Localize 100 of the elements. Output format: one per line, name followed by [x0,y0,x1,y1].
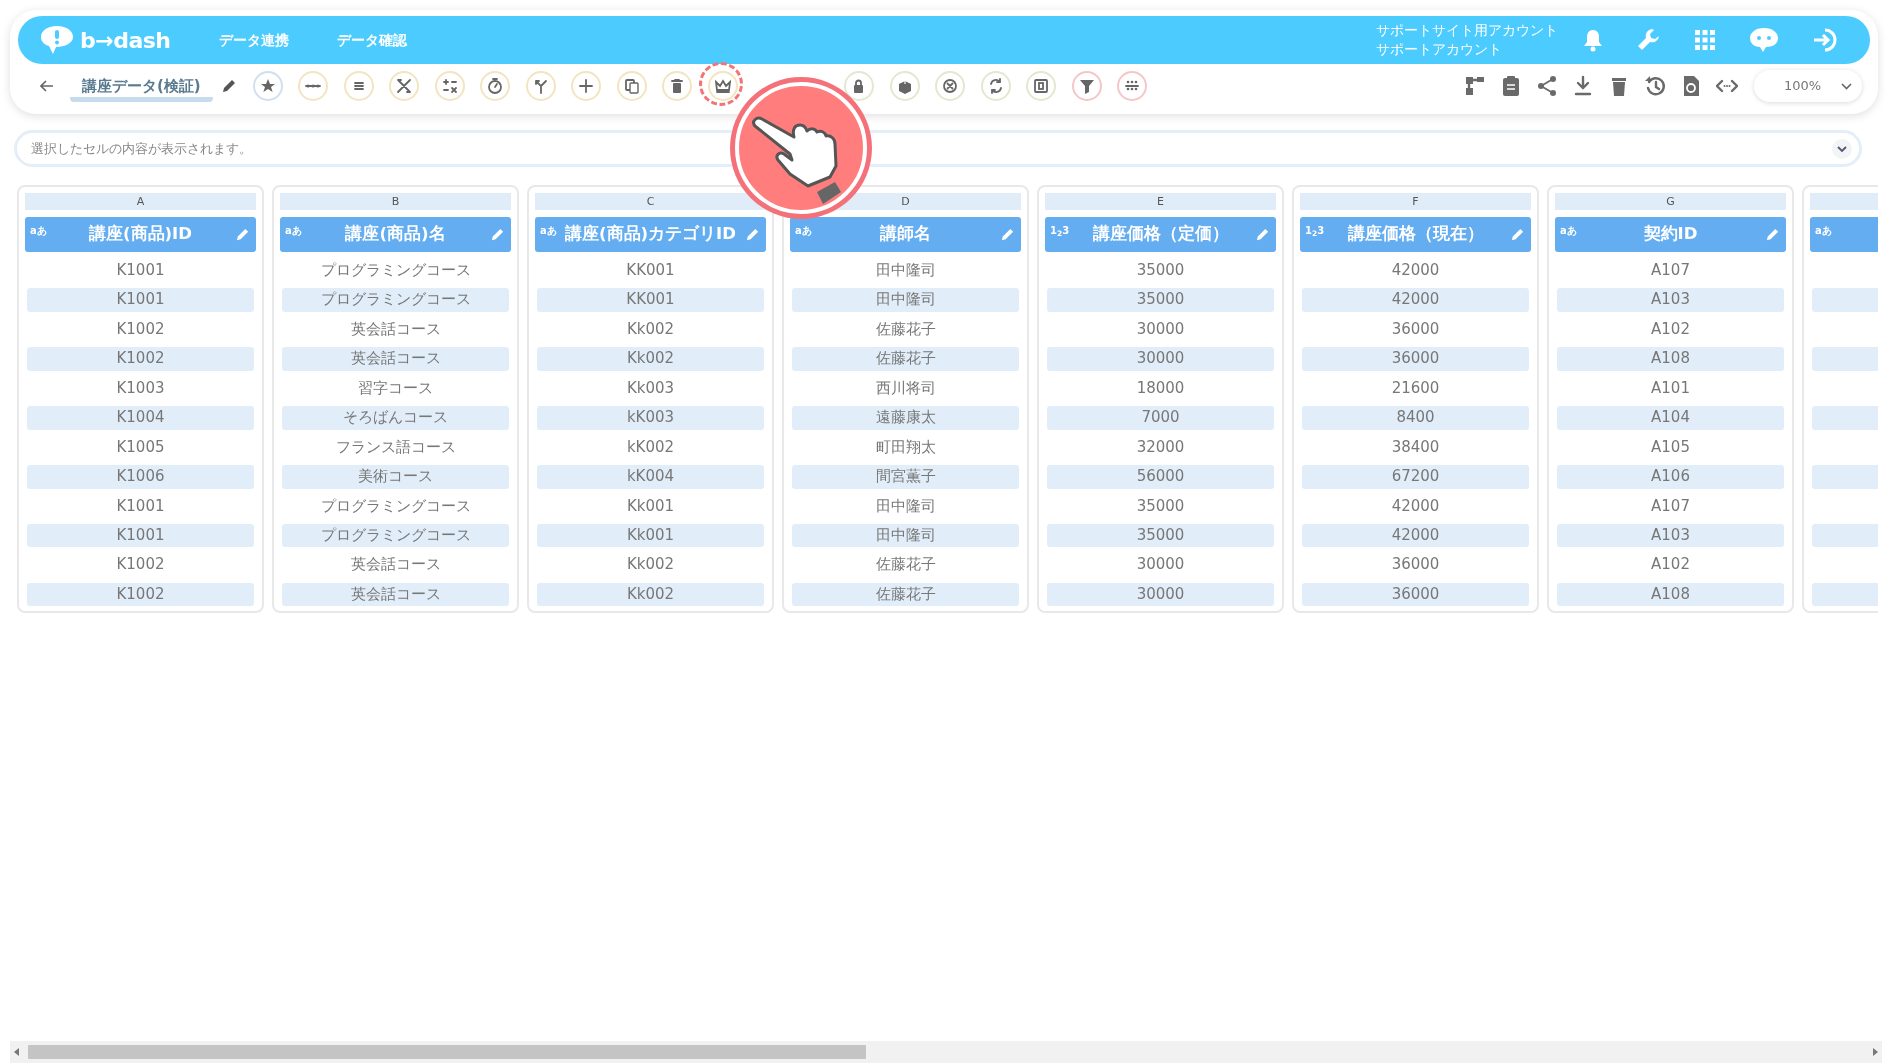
table-cell[interactable]: 42000 [1302,259,1529,283]
table-cell[interactable]: K1002 [27,582,254,607]
box-button[interactable] [889,71,920,101]
table-cell[interactable]: K1002 [27,317,254,342]
table-cell[interactable]: Kk001 [537,523,764,548]
table-cell[interactable]: A107 [1557,494,1784,518]
zoom-select[interactable]: 100% [1754,70,1862,102]
table-cell[interactable]: 32000 [1047,435,1274,460]
table-cell[interactable]: Kk002 [537,317,764,342]
table-cell[interactable]: 36000 [1302,317,1529,342]
table-cell[interactable]: 美術コース [282,465,509,489]
table-cell[interactable]: 30000 [1047,347,1274,371]
cell-content-field[interactable]: 選択したセルの内容が表示されます。 [14,130,1862,167]
swap-arrows-button[interactable] [980,71,1011,101]
table-cell[interactable]: K1005 [27,435,254,460]
table-cell[interactable]: 町田翔太 [792,435,1019,460]
table-cell[interactable]: 遠藤康太 [792,406,1019,430]
trash-button[interactable] [662,71,693,101]
table-cell[interactable]: 佐藤花子 [792,582,1019,607]
table-cell[interactable]: 英会話コース [282,317,509,342]
table-cell[interactable]: 田中隆司 [792,288,1019,312]
table-cell[interactable]: プログラミングコース [282,494,509,518]
square-button[interactable] [1026,71,1057,101]
table-cell[interactable]: 35000 [1047,259,1274,283]
table-cell[interactable]: 42000 [1302,494,1529,518]
copy-button[interactable] [616,71,647,101]
table-cell[interactable]: 36000 [1302,553,1529,577]
table-cell[interactable]: K1001 [27,523,254,548]
table-cell[interactable]: 35000 [1047,288,1274,312]
table-cell[interactable]: 36000 [1302,347,1529,371]
table-cell[interactable]: フランス語コース [282,435,509,460]
clipboard-icon[interactable] [1500,75,1522,97]
table-cell[interactable]: 18000 [1047,376,1274,401]
table-cell[interactable]: Kk002 [537,347,764,371]
table-cell[interactable]: プログラミングコース [282,259,509,283]
table-cell[interactable]: 間宮薫子 [792,465,1019,489]
column-header[interactable]: aあ 講座(商品)名 [280,217,511,252]
column-header[interactable]: aあ 契約ID [1555,217,1786,252]
table-cell[interactable]: 56000 [1047,465,1274,489]
pencil-icon[interactable] [220,78,237,94]
table-cell[interactable]: そろばんコース [282,406,509,430]
table-cell[interactable]: A103 [1557,523,1784,548]
table-cell[interactable]: A104 [1557,406,1784,430]
filter-button[interactable] [1071,71,1102,101]
x-circle-button[interactable] [935,71,966,101]
download-icon[interactable] [1572,75,1594,97]
table-cell[interactable]: 8400 [1302,406,1529,430]
table-cell[interactable]: A107 [1557,259,1784,283]
table-cell[interactable]: 7000 [1047,406,1274,430]
table-cell[interactable]: A108 [1557,347,1784,371]
timer-button[interactable] [480,71,511,101]
table-cell[interactable]: 英会話コース [282,582,509,607]
table-cell[interactable]: 30000 [1047,317,1274,342]
table-cell[interactable]: K1002 [27,347,254,371]
table-cell[interactable]: KK001 [537,288,764,312]
flow-diagram-icon[interactable] [1464,75,1486,97]
table-cell[interactable]: A102 [1557,317,1784,342]
column-header[interactable]: aあ [1810,217,1878,252]
table-cell[interactable]: K1002 [27,553,254,577]
table-cell[interactable]: 36000 [1302,582,1529,607]
table-cell[interactable]: Kk002 [537,553,764,577]
table-cell[interactable]: kK004 [537,465,764,489]
table-cell[interactable]: 30000 [1047,582,1274,607]
table-cell[interactable]: 習字コース [282,376,509,401]
crown-button[interactable] [707,71,738,101]
table-cell[interactable]: 田中隆司 [792,523,1019,548]
column-header[interactable]: aあ 講師名 [790,217,1021,252]
table-cell[interactable]: 35000 [1047,523,1274,548]
plus-button[interactable] [571,71,602,101]
table-cell[interactable]: 英会話コース [282,347,509,371]
table-cell[interactable]: 西川将司 [792,376,1019,401]
table-cell[interactable]: 42000 [1302,523,1529,548]
table-cell[interactable]: 67200 [1302,465,1529,489]
table-cell[interactable]: A106 [1557,465,1784,489]
lock-button[interactable] [844,71,875,101]
sheet-title-tab[interactable]: 講座データ(検証) [70,74,213,102]
column-header[interactable]: 1$_{2}$3 講座価格（定価） [1045,217,1276,252]
table-cell[interactable]: 佐藤花子 [792,553,1019,577]
column-header[interactable]: 1$_{2}$3 講座価格（現在） [1300,217,1531,252]
lines-button[interactable] [343,71,374,101]
table-cell[interactable]: kK002 [537,435,764,460]
table-cell[interactable]: kK003 [537,406,764,430]
table-cell[interactable]: Kk002 [537,582,764,607]
table-cell[interactable]: A108 [1557,582,1784,607]
star-button[interactable] [252,71,283,101]
table-cell[interactable]: K1006 [27,465,254,489]
table-cell[interactable]: K1001 [27,288,254,312]
scrollbar-thumb[interactable] [28,1045,866,1059]
table-cell[interactable]: 佐藤花子 [792,317,1019,342]
table-cell[interactable]: 田中隆司 [792,494,1019,518]
table-cell[interactable]: A103 [1557,288,1784,312]
share-icon[interactable] [1536,75,1558,97]
table-cell[interactable]: K1004 [27,406,254,430]
table-cell[interactable]: A102 [1557,553,1784,577]
column-header[interactable]: aあ 講座(商品)カテゴリID [535,217,766,252]
history-icon[interactable] [1644,75,1666,97]
table-cell[interactable]: K1003 [27,376,254,401]
table-cell[interactable]: Kk003 [537,376,764,401]
table-cell[interactable]: K1001 [27,259,254,283]
table-cell[interactable]: KK001 [537,259,764,283]
